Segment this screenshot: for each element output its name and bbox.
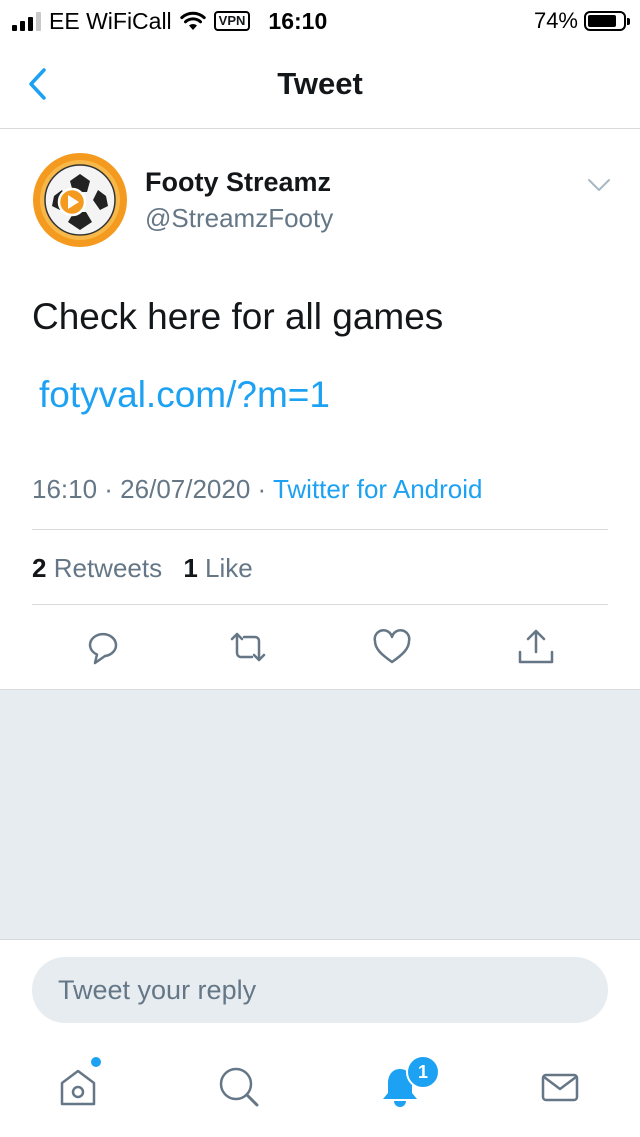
tweet-source[interactable]: Twitter for Android [273, 474, 483, 504]
home-icon[interactable] [54, 1063, 102, 1111]
replies-area [0, 689, 640, 940]
divider [32, 529, 608, 530]
retweet-label[interactable]: Retweets [54, 553, 162, 583]
reply-icon[interactable] [81, 625, 125, 669]
search-icon[interactable] [215, 1063, 263, 1111]
bottom-bar: Tweet your reply 1 [0, 939, 640, 1137]
battery-percentage: 74% [533, 8, 578, 33]
vpn-indicator: VPN [213, 11, 251, 31]
share-icon[interactable] [514, 625, 558, 669]
tweet-stats: 2 Retweets 1 Like [32, 553, 253, 584]
avatar[interactable] [32, 152, 128, 248]
page-title: Tweet [277, 66, 363, 101]
like-count[interactable]: 1 [183, 553, 197, 583]
status-time: 16:10 [268, 7, 328, 34]
status-bar: EE WiFiCall VPN 16:10 74% [0, 0, 640, 40]
retweet-count[interactable]: 2 [32, 553, 46, 583]
reply-input[interactable]: Tweet your reply [32, 957, 608, 1023]
carrier-name: EE WiFiCall [49, 7, 172, 34]
cellular-signal-icon [12, 11, 41, 31]
divider [32, 604, 608, 605]
tweet-text: Check here for all games [32, 296, 444, 337]
notifications-badge: 1 [406, 1055, 440, 1089]
author-handle[interactable]: @StreamzFooty [145, 203, 333, 234]
tweet-meta: 16:10 · 26/07/2020 · Twitter for Android [32, 474, 482, 505]
like-icon[interactable] [370, 625, 414, 669]
author-name[interactable]: Footy Streamz [145, 167, 331, 198]
wifi-icon [179, 11, 206, 30]
home-unread-dot [91, 1057, 101, 1067]
messages-icon[interactable] [536, 1063, 584, 1111]
nav-header: Tweet [0, 40, 640, 129]
chevron-down-icon[interactable] [584, 172, 614, 198]
tweet-action-bar [0, 625, 640, 671]
tweet-timestamp: 16:10 · 26/07/2020 · [32, 474, 273, 504]
retweet-icon[interactable] [226, 625, 270, 669]
battery-icon [584, 11, 630, 31]
like-label[interactable]: Like [205, 553, 253, 583]
tweet-link[interactable]: fotyval.com/?m=1 [39, 374, 330, 416]
